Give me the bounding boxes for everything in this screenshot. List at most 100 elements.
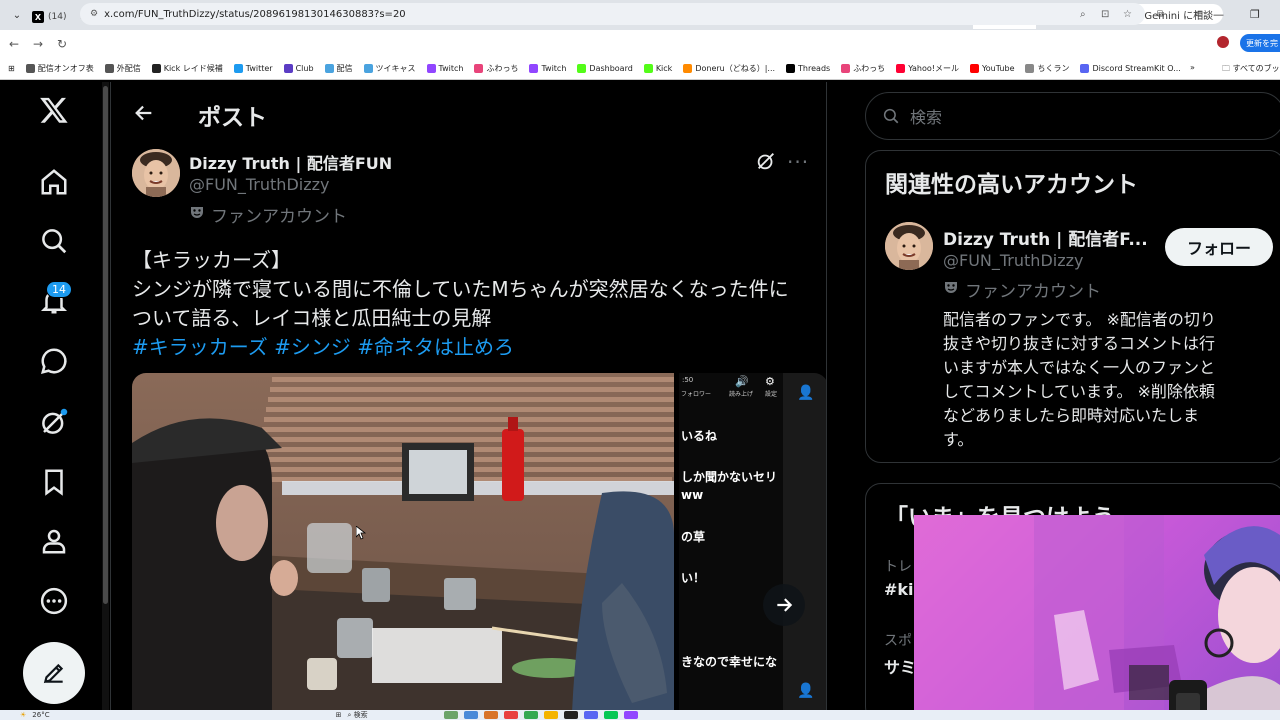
install-app-icon[interactable]: ⊡: [1101, 9, 1109, 20]
recommended-avatar[interactable]: [885, 222, 933, 270]
os-taskbar: ☀ 26°C ⊞ ⌕ 検索: [0, 710, 1280, 720]
author-avatar[interactable]: [132, 149, 180, 197]
recommended-fan-label: ファンアカウント: [943, 277, 1101, 302]
media-comment-text: きなので幸せにな: [681, 655, 778, 669]
recommended-name[interactable]: Dizzy Truth | 配信者F...: [943, 225, 1148, 250]
profile-avatar[interactable]: [1217, 36, 1229, 48]
author-name[interactable]: Dizzy Truth | 配信者FUN: [189, 150, 392, 174]
taskbar-app-icon[interactable]: [523, 711, 538, 719]
media-user-icon: 👤: [797, 683, 815, 699]
x-logo-icon[interactable]: [38, 94, 70, 126]
bookmark-item[interactable]: Yahoo!メール: [896, 63, 959, 74]
tab-search-dropdown-icon[interactable]: ⌄: [6, 4, 28, 26]
extensions-icon[interactable]: ⧉: [1157, 9, 1164, 20]
weather-temp: 26°C: [32, 711, 50, 719]
taskbar-app-icon[interactable]: [583, 711, 598, 719]
bio-line: 抜きや切り抜きに対するコメントは行: [943, 334, 1216, 353]
search-icon[interactable]: [38, 225, 70, 257]
taskbar-app-icon[interactable]: [603, 711, 618, 719]
taskbar-search[interactable]: ⌕ 検索: [347, 710, 367, 720]
taskbar-app-icon[interactable]: [503, 711, 518, 719]
bookmarks-icon[interactable]: [38, 466, 70, 498]
search-box[interactable]: 検索: [865, 92, 1280, 140]
taskbar-app-icon[interactable]: [543, 711, 558, 719]
bookmark-item[interactable]: Twitter: [233, 63, 273, 74]
grok-explain-icon[interactable]: [755, 150, 777, 176]
bookmark-item[interactable]: Threads: [786, 63, 830, 74]
who-to-follow-card: 関連性の高いアカウント Dizzy Truth | 配信者F... @FUN_T…: [865, 150, 1280, 463]
bookmark-favicon-icon: [25, 64, 35, 73]
trend-hashtag[interactable]: サミ: [884, 654, 916, 678]
start-icon[interactable]: ⊞: [336, 711, 342, 719]
hashtag-link[interactable]: #シンジ: [274, 335, 351, 359]
all-bookmarks-folder[interactable]: 🗀 すべてのブッ: [1222, 63, 1280, 77]
notification-badge: 14: [46, 281, 72, 298]
compose-post-button[interactable]: [23, 642, 85, 704]
bookmark-label: YouTube: [981, 64, 1015, 73]
minimize-icon[interactable]: —: [1213, 8, 1224, 21]
scrollbar-thumb[interactable]: [103, 86, 108, 604]
back-icon[interactable]: ←: [2, 37, 26, 51]
page-scrollbar[interactable]: [102, 82, 109, 710]
taskbar-app-icon[interactable]: [463, 711, 478, 719]
bookmark-item[interactable]: 外配信: [104, 63, 141, 74]
bookmark-item[interactable]: 配信: [324, 63, 353, 74]
gemini-label: Gemini に相談: [1144, 10, 1214, 22]
apps-icon[interactable]: ⊞: [8, 64, 15, 73]
follow-button[interactable]: フォロー: [1165, 228, 1273, 266]
reload-icon[interactable]: ↻: [50, 37, 74, 51]
site-info-icon[interactable]: ⚙: [90, 9, 98, 19]
media-next-button[interactable]: [763, 584, 805, 626]
folder-icon: 🗀: [1222, 64, 1230, 73]
bookmark-favicon-icon: [643, 64, 653, 73]
hashtag-link[interactable]: #キラッカーズ: [132, 335, 268, 359]
post-media-image[interactable]: :50 フォロワー 🔊 読み上げ ⚙ 設定 👤 👤 いるね しか聞かないセリ w…: [679, 373, 826, 710]
profile-icon[interactable]: [38, 525, 70, 557]
bookmark-item[interactable]: YouTube: [969, 63, 1015, 74]
update-button[interactable]: 更新を完: [1240, 34, 1280, 52]
tab-search-icon[interactable]: ≡: [1194, 9, 1202, 20]
bookmark-item[interactable]: Doneru（どねる）|...: [683, 63, 775, 74]
maximize-icon[interactable]: ❐: [1250, 8, 1260, 21]
bookmark-favicon-icon: [363, 64, 373, 73]
bookmark-item[interactable]: Discord StreamKit O...: [1080, 63, 1181, 74]
messages-icon[interactable]: [38, 345, 70, 377]
grok-icon[interactable]: [38, 406, 70, 438]
home-icon[interactable]: [38, 166, 70, 198]
bookmark-star-icon[interactable]: ☆: [1123, 9, 1132, 20]
author-handle[interactable]: @FUN_TruthDizzy: [189, 175, 329, 194]
taskbar-app-icon[interactable]: [443, 711, 458, 719]
bookmark-item[interactable]: Twitch: [426, 63, 463, 74]
bookmark-item[interactable]: Kick レイド候補: [151, 63, 223, 74]
bookmark-item[interactable]: 配信オンオフ表: [25, 63, 94, 74]
bookmark-item[interactable]: ふわっち: [474, 63, 518, 74]
recommended-handle[interactable]: @FUN_TruthDizzy: [943, 251, 1083, 270]
trend-meta: トレ: [884, 559, 912, 575]
more-bookmarks-icon[interactable]: »: [1190, 63, 1195, 72]
bookmark-favicon-icon: [283, 64, 293, 73]
more-options-icon[interactable]: [38, 585, 70, 617]
bookmark-label: 配信: [336, 64, 353, 73]
bookmark-list: 配信オンオフ表 外配信 Kick レイド候補 Twitter Club 配信 ツイキャス Tw…: [25, 63, 1192, 74]
bookmark-item[interactable]: ちくラン: [1025, 63, 1069, 74]
bio-line: す。: [943, 430, 974, 449]
taskbar-app-icon[interactable]: [483, 711, 498, 719]
forward-icon[interactable]: →: [26, 37, 50, 51]
address-bar[interactable]: ⚙ x.com/FUN_TruthDizzy/status/2089619813…: [80, 3, 1145, 25]
search-input[interactable]: 検索: [910, 104, 942, 128]
post-media-video[interactable]: [132, 373, 674, 710]
taskbar-app-icon[interactable]: [563, 711, 578, 719]
bookmark-favicon-icon: [151, 64, 161, 73]
hashtag-link[interactable]: #命ネタは止めろ: [357, 335, 514, 359]
bookmark-item[interactable]: Kick: [643, 63, 672, 74]
post-more-icon[interactable]: ···: [787, 150, 809, 174]
bookmark-item[interactable]: ふわっち: [841, 63, 885, 74]
bookmark-item[interactable]: Dashboard: [577, 63, 633, 74]
zoom-icon[interactable]: ⌕: [1080, 9, 1086, 20]
bookmark-item[interactable]: Club: [283, 63, 314, 74]
media-side-panel: [783, 373, 826, 710]
back-arrow-icon[interactable]: [133, 102, 155, 128]
taskbar-app-icon[interactable]: [623, 711, 638, 719]
bookmark-item[interactable]: Twitch: [529, 63, 566, 74]
bookmark-item[interactable]: ツイキャス: [363, 63, 416, 74]
